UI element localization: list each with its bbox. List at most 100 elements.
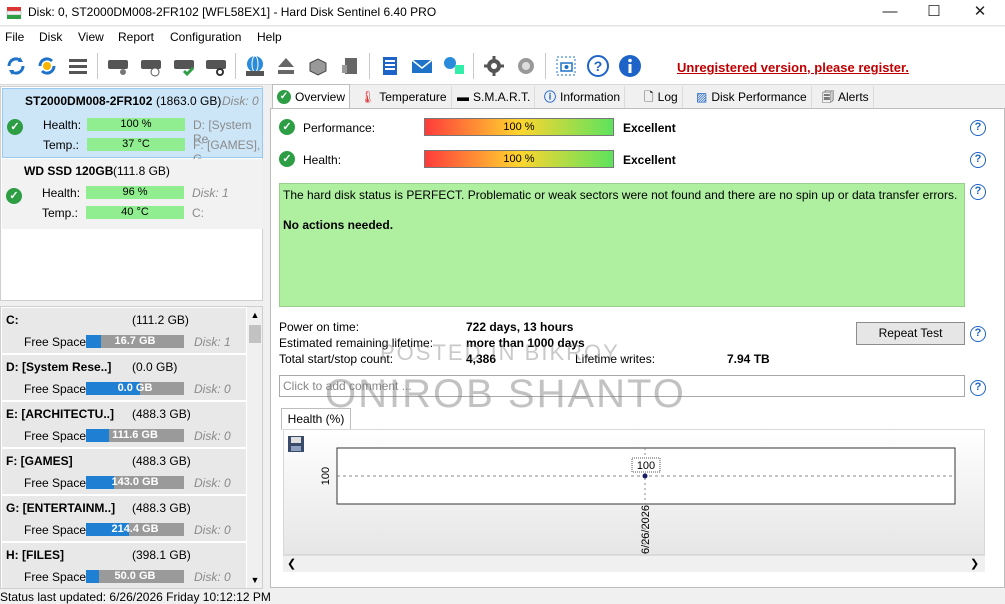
disk-search-icon[interactable] — [203, 53, 229, 79]
network-icon[interactable] — [441, 53, 467, 79]
disk-list-icon[interactable] — [65, 53, 91, 79]
drive-list-scrollbar[interactable]: ▲ ▼ — [247, 307, 262, 588]
disk-number: Disk: 1 — [192, 186, 229, 200]
sound-icon[interactable] — [513, 53, 539, 79]
free-space-label: Free Space — [24, 570, 87, 584]
power-on-value: 722 days, 13 hours — [466, 320, 574, 334]
window-title: Disk: 0, ST2000DM008-2FR102 [WFL58EX1] -… — [28, 5, 437, 19]
scroll-down-icon[interactable]: ▼ — [247, 572, 262, 588]
globe-disk-icon[interactable] — [242, 53, 268, 79]
disk-card-1[interactable]: WD SSD 120GB (111.8 GB) ✓ Health: 96 % D… — [2, 159, 263, 229]
info-icon[interactable] — [617, 53, 643, 79]
drive-size: (0.0 GB) — [132, 360, 178, 374]
menu-view[interactable]: View — [78, 30, 104, 44]
tab-strip: ✓ Overview 🌡 Temperature ▬ S.M.A.R.T. ⓘ Info… — [270, 84, 1005, 108]
free-space-bar: 16.7 GB — [86, 335, 184, 348]
free-space-bar: 143.0 GB — [86, 476, 184, 489]
temp-bar: 37 °C — [87, 138, 185, 151]
drive-name: E: [ARCHITECTU..] — [6, 407, 114, 421]
drive-disk-number: Disk: 0 — [194, 382, 231, 396]
disk-test-icon[interactable] — [171, 53, 197, 79]
temp-label: Temp.: — [42, 206, 79, 220]
tab-temperature[interactable]: 🌡 Temperature — [356, 86, 452, 108]
tab-label: Disk Performance — [711, 90, 807, 104]
health-bar: 96 % — [86, 186, 184, 199]
drive-external-icon[interactable] — [337, 53, 363, 79]
drive-disk-number: Disk: 1 — [194, 335, 231, 349]
scroll-thumb[interactable] — [249, 325, 261, 343]
free-space-value: 111.6 GB — [112, 429, 158, 441]
tab-disk-performance[interactable]: ▨ Disk Performance — [692, 86, 812, 108]
drive-item[interactable]: F: [GAMES] (488.3 GB) Free Space 143.0 GB Di… — [2, 449, 246, 495]
eject-icon[interactable] — [273, 53, 299, 79]
disk-card-0[interactable]: ST2000DM008-2FR102 (1863.0 GB) Disk: 0 ✓… — [2, 88, 263, 166]
tab-alerts[interactable]: 🗐 Alerts — [818, 86, 874, 108]
drive-disk-number: Disk: 0 — [194, 476, 231, 490]
menu-file[interactable]: File — [5, 30, 24, 44]
drive-item[interactable]: E: [ARCHITECTU..] (488.3 GB) Free Space 111… — [2, 402, 246, 448]
temp-bar: 40 °C — [86, 206, 184, 219]
tab-label: Information — [560, 90, 621, 104]
minimize-icon[interactable]: — — [867, 0, 913, 26]
health-ok-icon: ✓ — [279, 151, 295, 167]
drive-box-icon[interactable] — [305, 53, 331, 79]
help-icon[interactable]: ? — [970, 326, 986, 342]
free-space-value: 50.0 GB — [114, 570, 156, 582]
disk-info-icon[interactable] — [105, 53, 131, 79]
health-bar: 100 % — [87, 118, 185, 131]
tab-label: Alerts — [838, 90, 869, 104]
screenshot-icon[interactable] — [553, 53, 579, 79]
refresh-all-icon[interactable] — [34, 53, 60, 79]
status-text: The hard disk status is PERFECT. Problem… — [283, 188, 958, 202]
drive-item[interactable]: H: [FILES] (398.1 GB) Free Space 50.0 GB Dis… — [2, 543, 246, 588]
free-space-value: 214.4 GB — [111, 523, 159, 535]
tab-label: Overview — [295, 89, 346, 104]
maximize-icon[interactable]: ☐ — [911, 0, 957, 26]
refresh-icon[interactable] — [3, 53, 29, 79]
help-icon[interactable]: ? — [970, 152, 986, 168]
power-on-label: Power on time: — [279, 320, 360, 334]
drive-item[interactable]: G: [ENTERTAINM..] (488.3 GB) Free Space 214… — [2, 496, 246, 542]
menu-disk[interactable]: Disk — [39, 30, 62, 44]
health-label: Health: — [42, 186, 81, 200]
ok-check-icon: ✓ — [7, 119, 23, 135]
scroll-up-icon[interactable]: ▲ — [247, 307, 262, 323]
watermark-line2: ONIROB SHANTO — [325, 372, 686, 416]
drive-item[interactable]: D: [System Rese..] (0.0 GB) Free Space 0.0 … — [2, 355, 246, 401]
free-space-bar: 111.6 GB — [86, 429, 184, 442]
report-icon[interactable] — [377, 53, 403, 79]
unregistered-link[interactable]: Unregistered version, please register. — [677, 60, 909, 75]
drive-item[interactable]: C: (111.2 GB) Free Space 16.7 GB Disk: 1 — [2, 308, 246, 354]
drive-name: H: [FILES] — [6, 548, 64, 562]
performance-label: Performance: — [303, 121, 376, 135]
tab-smart[interactable]: ▬ S.M.A.R.T. — [453, 86, 536, 108]
performance-ok-icon: ✓ — [279, 119, 295, 135]
title-bar: Disk: 0, ST2000DM008-2FR102 [WFL58EX1] -… — [0, 0, 1005, 26]
email-icon[interactable] — [409, 53, 435, 79]
menu-report[interactable]: Report — [118, 30, 154, 44]
drive-disk-number: Disk: 0 — [194, 523, 231, 537]
scroll-right-icon[interactable]: ❯ — [970, 557, 979, 570]
performance-bar: 100 % — [424, 118, 614, 136]
tab-information[interactable]: ⓘ Information — [540, 86, 626, 108]
scroll-left-icon[interactable]: ❮ — [287, 557, 296, 570]
repeat-test-button[interactable]: Repeat Test — [856, 322, 965, 345]
tab-overview[interactable]: ✓ Overview — [272, 84, 351, 108]
help-icon[interactable]: ? — [585, 53, 611, 79]
x-tick-label: 6/26/2026 — [640, 505, 652, 554]
menu-configuration[interactable]: Configuration — [170, 30, 241, 44]
drive-disk-number: Disk: 0 — [194, 429, 231, 443]
tab-log[interactable]: 🗋 Log — [640, 86, 683, 108]
close-icon[interactable]: ✕ — [957, 0, 1003, 26]
check-icon: ✓ — [277, 89, 291, 104]
chart-hscrollbar[interactable]: ❮ ❯ — [283, 555, 985, 572]
help-icon[interactable]: ? — [970, 184, 986, 200]
document-icon: 🗋 — [644, 90, 654, 104]
drive-name: F: [GAMES] — [6, 454, 73, 468]
help-icon[interactable]: ? — [970, 120, 986, 136]
help-icon[interactable]: ? — [970, 380, 986, 396]
dash-icon: ▬ — [457, 90, 469, 104]
menu-help[interactable]: Help — [257, 30, 282, 44]
settings-gear-icon[interactable] — [481, 53, 507, 79]
disk-schedule-icon[interactable] — [138, 53, 164, 79]
